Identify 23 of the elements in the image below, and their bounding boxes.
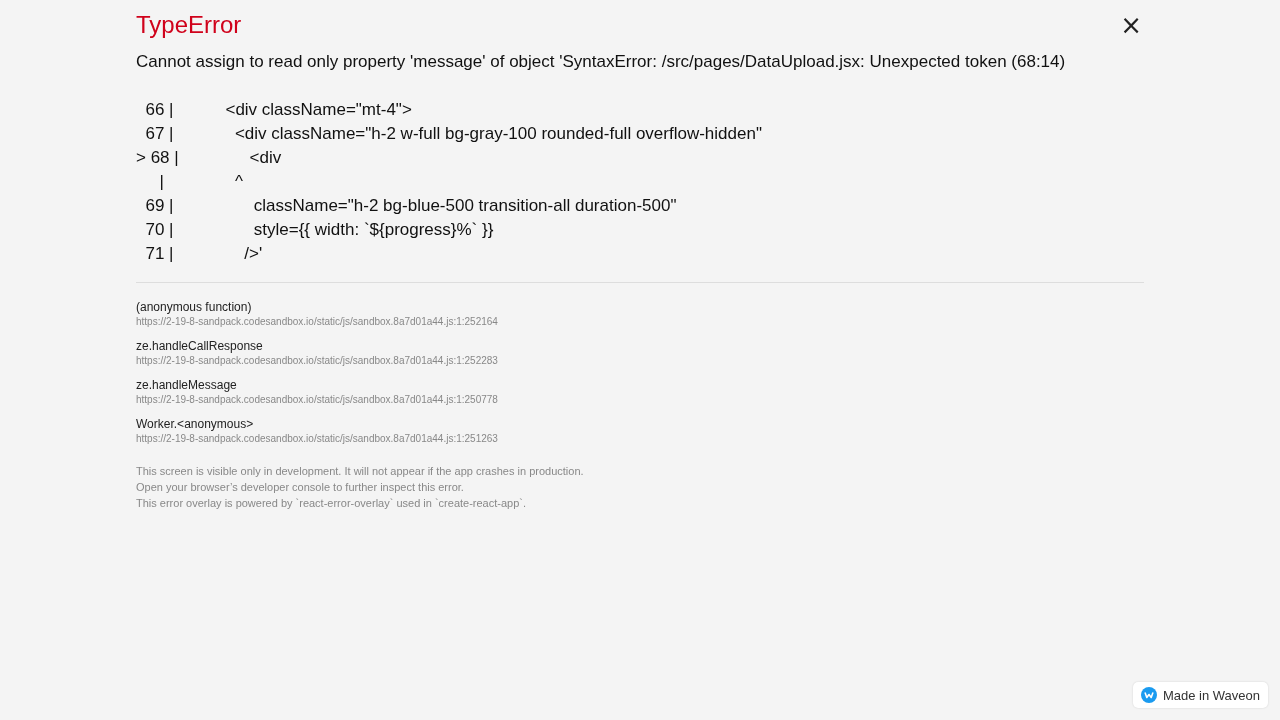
made-in-badge[interactable]: Made in Waveon <box>1132 682 1268 708</box>
code-line: 71 | />' <box>144 243 264 265</box>
stack-function: (anonymous function) <box>136 299 253 315</box>
stack-function: Worker.<anonymous> <box>136 416 255 432</box>
footer-note: This error overlay is powered by `react-error-overlay` used in `create-react-app`. <box>136 496 528 511</box>
stack-function: ze.handleMessage <box>136 377 238 393</box>
logo-icon <box>1140 687 1157 703</box>
code-line: 67 | <div className="h-2 w-full bg-gray-100 rounded-full overflow-hidden" <box>144 123 763 145</box>
stack-location: https://2-19-8-sandpack.codesandbox.io/static/js/sandbox.8a7d01a44.js:1:251263 <box>136 432 499 446</box>
error-message: Cannot assign to read only property 'message' of object 'SyntaxError: /src/pages/DataUpload.jsx: Unexpected token (68:14) <box>136 51 1067 73</box>
stack-location: https://2-19-8-sandpack.codesandbox.io/static/js/sandbox.8a7d01a44.js:1:250778 <box>136 393 499 407</box>
stack-location: https://2-19-8-sandpack.codesandbox.io/static/js/sandbox.8a7d01a44.js:1:252283 <box>136 354 499 368</box>
footer-note: Open your browser’s developer console to further inspect this error. <box>136 480 465 495</box>
code-line: 66 | <div className="mt-4"> <box>144 99 413 121</box>
error-title: TypeError <box>136 10 242 40</box>
stack-location: https://2-19-8-sandpack.codesandbox.io/static/js/sandbox.8a7d01a44.js:1:252164 <box>136 315 499 329</box>
footer-note: This screen is visible only in development. It will not appear if the app crashes in production. <box>136 464 585 479</box>
code-line: 69 | className="h-2 bg-blue-500 transition-all duration-500" <box>144 195 678 217</box>
code-line: | ^ <box>158 171 244 193</box>
close-button[interactable]: × <box>1114 12 1148 38</box>
code-line: > 68 | <div <box>136 147 283 169</box>
code-line: 70 | style={{ width: `${progress}%` }} <box>144 219 495 241</box>
stack-function: ze.handleCallResponse <box>136 338 264 354</box>
